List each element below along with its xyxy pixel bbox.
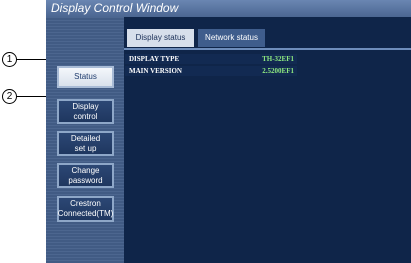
- main-version-value: 2.5200EF1: [262, 67, 294, 75]
- status-content-panel: Display status Network status DISPLAY TY…: [124, 17, 411, 263]
- sidebar-item-change-password[interactable]: Change password: [57, 163, 114, 188]
- display-type-row: DISPLAY TYPE TH-32EF1: [125, 54, 297, 64]
- window-titlebar: Display Control Window: [46, 0, 411, 17]
- window-title: Display Control Window: [51, 1, 179, 15]
- tab-display-status[interactable]: Display status: [127, 29, 194, 47]
- main-version-row: MAIN VERSION 2.5200EF1: [125, 66, 297, 76]
- tab-network-status[interactable]: Network status: [198, 29, 265, 47]
- callout-2-marker: 2: [2, 89, 17, 104]
- sidebar-item-status[interactable]: Status: [57, 66, 114, 88]
- main-version-label: MAIN VERSION: [129, 67, 182, 75]
- tab-bar: Display status Network status: [124, 29, 411, 50]
- callout-1-marker: 1: [2, 52, 17, 67]
- display-type-label: DISPLAY TYPE: [129, 55, 180, 63]
- sidebar-item-detailed-set-up[interactable]: Detailed set up: [57, 131, 114, 156]
- display-type-value: TH-32EF1: [262, 55, 294, 63]
- sidebar: Status Display control Detailed set up C…: [46, 17, 124, 263]
- display-control-window: Display Control Window Status Display co…: [46, 0, 411, 263]
- sidebar-item-display-control[interactable]: Display control: [57, 99, 114, 124]
- sidebar-item-crestron-connected[interactable]: Crestron Connected(TM): [57, 196, 114, 222]
